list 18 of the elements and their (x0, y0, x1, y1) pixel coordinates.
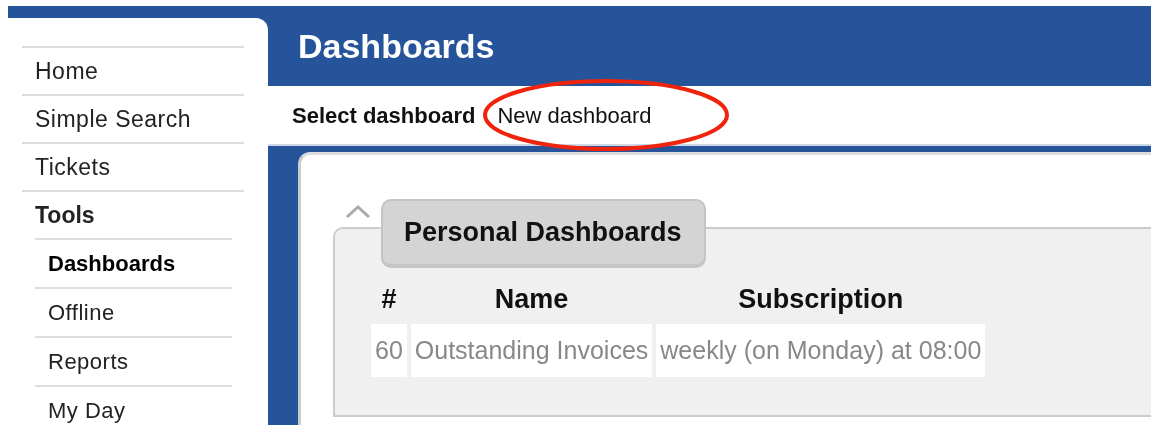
column-header: Name (493, 283, 570, 316)
sidebar-item[interactable]: My Day (35, 385, 232, 425)
sidebar-item[interactable]: Dashboards (35, 238, 232, 287)
sidebar-item[interactable]: Tickets (22, 142, 244, 190)
panel-title: Personal Dashboards (381, 199, 706, 268)
sidebar-item[interactable]: Offline (35, 287, 232, 336)
sidebar-item[interactable]: Tools (22, 190, 244, 238)
sidebar-item[interactable]: Reports (35, 336, 232, 385)
sidebar-item[interactable]: Home (22, 46, 244, 94)
collapse-caret-icon[interactable] (345, 205, 371, 219)
column-header: # (380, 283, 398, 316)
table-cell: weekly (on Monday) at 08:00 (656, 323, 986, 377)
sidebar-item[interactable]: Simple Search (22, 94, 244, 142)
toolbar-label: Select dashboard (292, 101, 476, 130)
table-cell: Outstanding Invoices (410, 323, 653, 377)
column-header: Subscription (737, 283, 905, 316)
page-title: Dashboards (297, 26, 496, 67)
table-cell: 60 (371, 323, 407, 377)
